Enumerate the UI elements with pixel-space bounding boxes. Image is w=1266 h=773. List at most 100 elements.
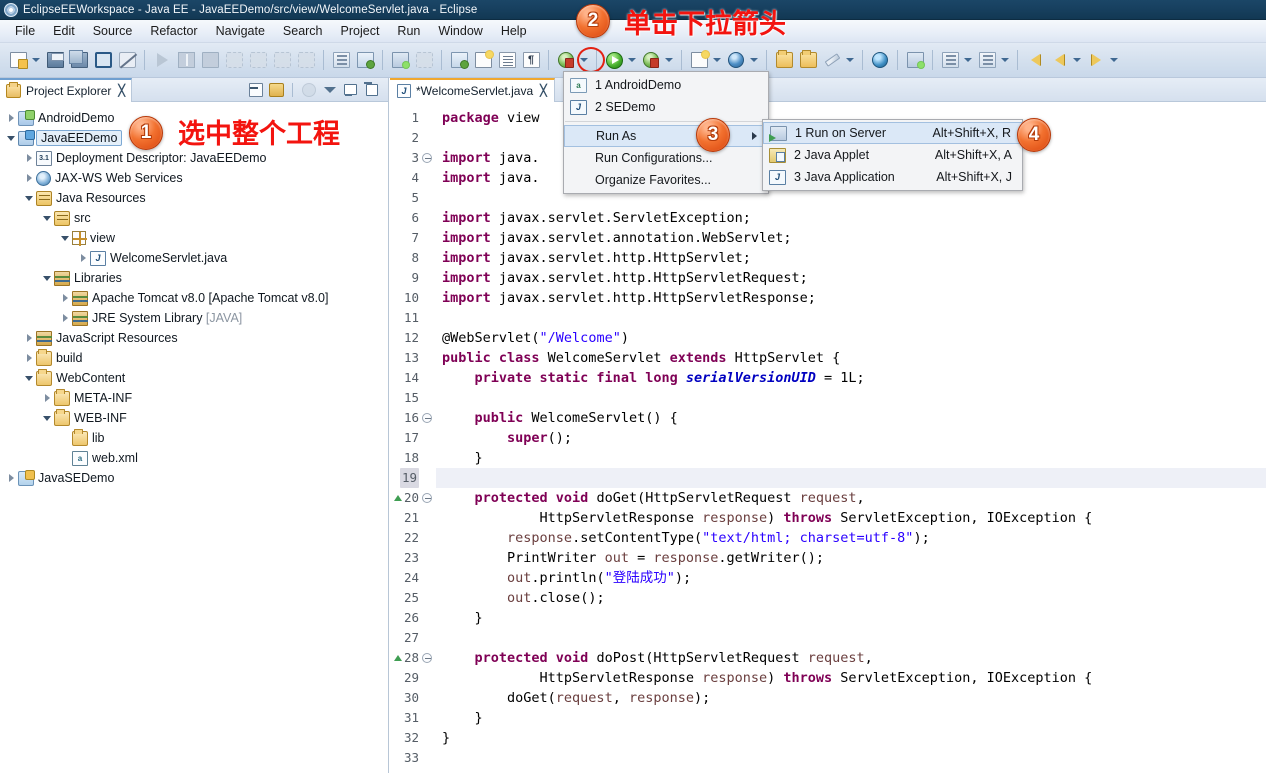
line-number-gutter[interactable]: 6 (390, 208, 436, 228)
twisty-collapsed-icon[interactable] (58, 288, 72, 308)
open-perspective-button[interactable] (904, 49, 926, 71)
back-button[interactable] (1024, 49, 1046, 71)
tree-item-java-resources[interactable]: Java Resources (0, 188, 388, 208)
tree-item-lib[interactable]: lib (0, 428, 388, 448)
line-number-gutter[interactable]: 18 (390, 448, 436, 468)
menu-file[interactable]: File (6, 22, 44, 40)
tree-item-deployment-descriptor-javaeedemo[interactable]: 3.1 Deployment Descriptor: JavaEEDemo (0, 148, 388, 168)
twisty-collapsed-icon[interactable] (40, 388, 54, 408)
tree-item-meta-inf[interactable]: META-INF (0, 388, 388, 408)
new-server-dropdown[interactable] (711, 49, 722, 71)
line-number-gutter[interactable]: 17 (390, 428, 436, 448)
line-number-gutter[interactable]: 20 (390, 488, 436, 508)
code-text[interactable]: out.close(); (436, 588, 1266, 608)
line-number-gutter[interactable]: 31 (390, 708, 436, 728)
search-button[interactable] (725, 49, 747, 71)
code-text[interactable]: import javax.servlet.ServletException; (436, 208, 1266, 228)
line-number-gutter[interactable]: 26 (390, 608, 436, 628)
twisty-collapsed-icon[interactable] (22, 168, 36, 188)
line-number-gutter[interactable]: 22 (390, 528, 436, 548)
code-line[interactable]: 20 protected void doGet(HttpServletReque… (390, 488, 1266, 508)
menu-navigate[interactable]: Navigate (207, 22, 274, 40)
code-text[interactable]: public class WelcomeServlet extends Http… (436, 348, 1266, 368)
open-resource-button[interactable] (773, 49, 795, 71)
line-number-gutter[interactable]: 28 (390, 648, 436, 668)
menu-help[interactable]: Help (492, 22, 536, 40)
file-search-button[interactable] (976, 49, 998, 71)
quick-fix-dropdown[interactable] (844, 49, 855, 71)
twisty-expanded-icon[interactable] (40, 268, 54, 288)
collapse-all-button[interactable] (247, 81, 264, 98)
tree-item-build[interactable]: build (0, 348, 388, 368)
step-over-button[interactable] (271, 49, 293, 71)
menu-run[interactable]: Run (388, 22, 429, 40)
new-wizard-button[interactable] (7, 49, 29, 71)
forward-dropdown[interactable] (1108, 49, 1119, 71)
line-number-gutter[interactable]: 14 (390, 368, 436, 388)
fold-collapse-icon[interactable] (422, 653, 432, 663)
twisty-expanded-icon[interactable] (58, 228, 72, 248)
code-line[interactable]: 19 (390, 468, 1266, 488)
twisty-collapsed-icon[interactable] (22, 348, 36, 368)
code-text[interactable]: doGet(request, response); (436, 688, 1266, 708)
code-line[interactable]: 31 } (390, 708, 1266, 728)
tree-item-javasedemo[interactable]: JavaSEDemo (0, 468, 388, 488)
minimize-view-button[interactable] (342, 81, 359, 98)
run-external-tools-dropdown[interactable] (663, 49, 674, 71)
code-line[interactable]: 30 doGet(request, response); (390, 688, 1266, 708)
quick-fix-button[interactable] (821, 49, 843, 71)
tree-item-jre-system-library[interactable]: JRE System Library [JAVA] (0, 308, 388, 328)
close-icon[interactable]: ╳ (118, 84, 125, 97)
code-text[interactable]: response.setContentType("text/html; char… (436, 528, 1266, 548)
line-number-gutter[interactable]: 15 (390, 388, 436, 408)
tree-item-src[interactable]: src (0, 208, 388, 228)
code-line[interactable]: 21 HttpServletResponse response) throws … (390, 508, 1266, 528)
code-line[interactable]: 16 public WelcomeServlet() { (390, 408, 1266, 428)
line-number-gutter[interactable]: 29 (390, 668, 436, 688)
code-line[interactable]: 26 } (390, 608, 1266, 628)
line-number-gutter[interactable]: 12 (390, 328, 436, 348)
fold-collapse-icon[interactable] (422, 413, 432, 423)
run-dropdown-arrow[interactable] (626, 49, 637, 71)
twisty-collapsed-icon[interactable] (22, 148, 36, 168)
previous-button[interactable] (1048, 49, 1070, 71)
code-text[interactable]: import javax.servlet.http.HttpServletReq… (436, 268, 1266, 288)
menu-item-2-sedemo[interactable]: J 2 SEDemo (564, 96, 768, 118)
code-line[interactable]: 29 HttpServletResponse response) throws … (390, 668, 1266, 688)
java-search-dropdown[interactable] (962, 49, 973, 71)
line-number-gutter[interactable]: 11 (390, 308, 436, 328)
code-text[interactable]: import javax.servlet.annotation.WebServl… (436, 228, 1266, 248)
code-text[interactable]: protected void doPost(HttpServletRequest… (436, 648, 1266, 668)
code-text[interactable]: } (436, 448, 1266, 468)
java-search-button[interactable] (939, 49, 961, 71)
line-number-gutter[interactable]: 4 (390, 168, 436, 188)
menu-item-3-java-application[interactable]: J 3 Java Application Alt+Shift+X, J (763, 166, 1022, 188)
twisty-collapsed-icon[interactable] (58, 308, 72, 328)
tab-welcomeservlet-java[interactable]: J *WelcomeServlet.java ╳ (390, 77, 555, 102)
code-line[interactable]: 12 @WebServlet("/Welcome") (390, 328, 1266, 348)
tree-item-web-xml[interactable]: a web.xml (0, 448, 388, 468)
close-icon[interactable]: ╳ (540, 84, 547, 97)
source-code[interactable]: 1 package view 2 3 import java. 4 import java… (390, 102, 1266, 768)
menu-item-organize-favorites[interactable]: Organize Favorites... (564, 169, 768, 191)
code-line[interactable]: 15 (390, 388, 1266, 408)
line-number-gutter[interactable]: 2 (390, 128, 436, 148)
line-number-gutter[interactable]: 32 (390, 728, 436, 748)
debug-button[interactable] (555, 49, 577, 71)
open-folder-button[interactable] (797, 49, 819, 71)
code-line[interactable]: 33 (390, 748, 1266, 768)
menu-source[interactable]: Source (84, 22, 142, 40)
open-console-button[interactable] (92, 49, 114, 71)
tree-item-welcomeservlet-java[interactable]: J WelcomeServlet.java (0, 248, 388, 268)
twisty-collapsed-icon[interactable] (4, 468, 18, 488)
menu-refactor[interactable]: Refactor (141, 22, 206, 40)
menu-item-1-run-on-server[interactable]: 1 Run on Server Alt+Shift+X, R (763, 122, 1022, 144)
toggle-edit-button[interactable] (116, 49, 138, 71)
debug-dropdown[interactable] (578, 49, 589, 71)
search-dropdown[interactable] (748, 49, 759, 71)
previous-dropdown[interactable] (1071, 49, 1082, 71)
line-number-gutter[interactable]: 10 (390, 288, 436, 308)
twisty-collapsed-icon[interactable] (76, 248, 90, 268)
code-text[interactable] (436, 628, 1266, 648)
code-line[interactable]: 11 (390, 308, 1266, 328)
